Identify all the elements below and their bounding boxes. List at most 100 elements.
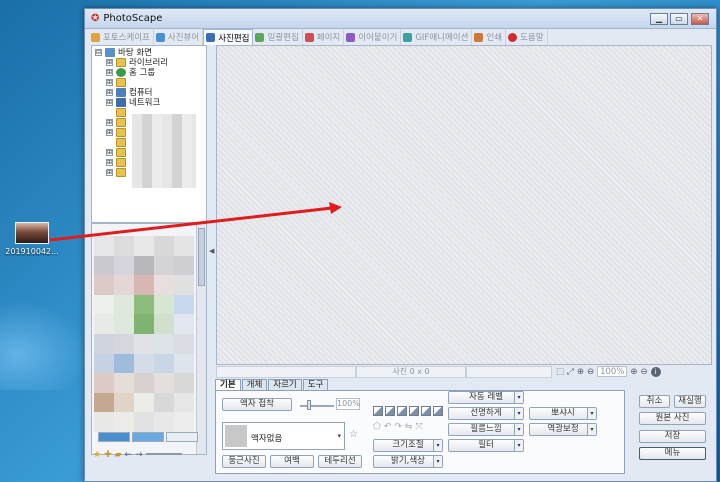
frame-slider-knob[interactable] <box>307 400 311 410</box>
menu-button[interactable]: 메뉴 <box>639 447 706 460</box>
expand-icon[interactable]: ⊞ <box>106 148 113 156</box>
thumbnail-cell[interactable] <box>114 412 134 432</box>
thumbnail-cell[interactable] <box>134 373 154 393</box>
save-button[interactable]: 저장 <box>639 430 706 443</box>
brightness-color-button[interactable]: 밝기,색상 ▾ <box>373 455 443 468</box>
brightness-dropdown-icon[interactable]: ▾ <box>433 456 442 467</box>
thumbnail-cell[interactable] <box>154 353 174 374</box>
view-mode-large-button[interactable] <box>166 432 198 442</box>
margin-button[interactable]: 여백 <box>270 455 314 468</box>
bloom-dropdown-icon[interactable]: ▾ <box>587 408 596 419</box>
zoom-in-icon[interactable]: ⊕ <box>630 367 637 377</box>
tab-help[interactable]: 도움말 <box>506 29 548 45</box>
film-effect-button[interactable]: 필름느낌 ▾ <box>448 423 524 436</box>
frame-select[interactable]: 액자없음 ▾ <box>222 422 345 450</box>
favorite-frame-star-icon[interactable]: ☆ <box>349 429 358 440</box>
rotate-right-icon[interactable] <box>385 406 395 416</box>
auto-level-button[interactable]: 자동 레벨 ▾ <box>448 391 524 404</box>
tree-folder-row[interactable]: ⊞ <box>106 127 129 137</box>
thumbnail-cell[interactable] <box>154 314 174 334</box>
expand-icon[interactable]: ⊞ <box>106 168 113 176</box>
thumbnail-cell[interactable] <box>134 255 154 276</box>
filter-button[interactable]: 필터 ▾ <box>448 439 524 452</box>
thumbnail-cell[interactable] <box>174 314 194 334</box>
expand-icon[interactable]: ⊞ <box>106 58 113 66</box>
resize-dropdown-icon[interactable]: ▾ <box>433 440 442 451</box>
forward-arrow-icon[interactable]: → <box>135 450 143 460</box>
expand-icon[interactable]: ⊞ <box>106 158 113 166</box>
frame-slider-track[interactable] <box>300 405 334 407</box>
flip-vertical-icon[interactable] <box>409 406 419 416</box>
thumbnail-cell[interactable] <box>94 392 114 413</box>
rotate-left-icon[interactable] <box>373 406 383 416</box>
tree-folder-row[interactable] <box>106 137 129 147</box>
tab-batch[interactable]: 일괄편집 <box>253 29 303 45</box>
zoom-fit-icon[interactable]: ⊕ <box>577 367 584 377</box>
close-button[interactable]: ✕ <box>691 13 709 25</box>
redo-button[interactable]: 재실행 <box>674 395 706 408</box>
thumbnail-cell[interactable] <box>114 314 134 334</box>
thumbnail-cell[interactable] <box>114 255 134 276</box>
expand-icon[interactable]: ⊞ <box>106 118 113 126</box>
back-arrow-icon[interactable]: ← <box>125 450 133 460</box>
thumbnail-cell[interactable] <box>154 333 174 354</box>
original-photo-button[interactable]: 원본 사진 <box>639 412 706 425</box>
thumbnail-cell[interactable] <box>114 333 134 354</box>
film-effect-dropdown-icon[interactable]: ▾ <box>514 424 523 435</box>
expand-icon[interactable]: ⊞ <box>106 78 113 86</box>
backlight-dropdown-icon[interactable]: ▾ <box>587 424 596 435</box>
thumbnail-cell[interactable] <box>154 255 174 276</box>
thumbnail-cell[interactable] <box>154 412 174 432</box>
thumbnail-cell[interactable] <box>174 373 194 393</box>
resize-button[interactable]: 크기조절 ▾ <box>373 439 443 452</box>
tab-viewer[interactable]: 사진뷰어 <box>154 29 204 45</box>
thumbnail-cell[interactable] <box>114 373 134 393</box>
auto-level-dropdown-icon[interactable]: ▾ <box>514 392 523 403</box>
border-line-button[interactable]: 테두리선 <box>318 455 362 468</box>
minimize-button[interactable]: ▁ <box>650 13 668 25</box>
tree-folder-row[interactable] <box>106 107 129 117</box>
zoom-reset-icon[interactable]: ⊖ <box>587 367 594 377</box>
thumbnail-cell[interactable] <box>134 353 154 374</box>
zoom-level[interactable]: 100% <box>597 366 628 377</box>
thumbnail-cell[interactable] <box>134 333 154 354</box>
mirror-icon[interactable]: ⇋ <box>405 422 413 432</box>
thumbnail-cell[interactable] <box>94 314 114 334</box>
photo-canvas[interactable] <box>216 45 712 365</box>
thumbnail-scrollbar[interactable] <box>196 224 206 454</box>
thumbnail-cell[interactable] <box>134 294 154 315</box>
round-photo-button[interactable]: 둥근사진 <box>222 455 266 468</box>
rotate-arbitrary-icon[interactable] <box>421 406 431 416</box>
expand-icon[interactable]: ⊞ <box>106 98 113 106</box>
view-mode-small-button[interactable] <box>98 432 130 442</box>
frame-fit-button[interactable]: 액자 접착 <box>222 398 292 411</box>
thumbnail-cell[interactable] <box>154 275 174 295</box>
thumbnail-cell[interactable] <box>94 373 114 393</box>
cancel-button[interactable]: 취소 <box>639 395 670 408</box>
thumbnail-cell[interactable] <box>174 255 194 276</box>
thumbnail-cell[interactable] <box>154 236 174 256</box>
shape-tool-icon[interactable]: ⬠ <box>373 422 381 432</box>
info-icon[interactable]: i <box>650 366 661 377</box>
thumbnail-cell[interactable] <box>134 392 154 413</box>
desktop-file-icon[interactable]: 201910042... <box>2 222 62 256</box>
thumbnail-cell[interactable] <box>94 333 114 354</box>
thumbnail-cell[interactable] <box>94 294 114 315</box>
thumbnail-cell[interactable] <box>174 412 194 432</box>
flip-horizontal-icon[interactable] <box>397 406 407 416</box>
expand-icon[interactable]: ⊞ <box>106 88 113 96</box>
tree-folder-row[interactable]: ⊞ <box>106 117 129 127</box>
favorite-star-icon[interactable]: ★ <box>93 450 101 460</box>
tree-item-network[interactable]: ⊞ 네트워크 <box>106 97 160 108</box>
thumbnail-cell[interactable] <box>154 373 174 393</box>
zoom-out-icon[interactable]: ⊖ <box>641 367 648 377</box>
rotate-cw-icon[interactable]: ↷ <box>394 422 402 432</box>
tree-item-homegroup[interactable]: ⊞ 홈 그룹 <box>106 67 155 78</box>
thumbnail-cell[interactable] <box>134 236 154 256</box>
tree-folder-row[interactable]: ⊞ <box>106 157 129 167</box>
frame-percent-field[interactable]: 100% <box>336 398 360 410</box>
thumbnail-size-slider[interactable] <box>145 453 182 455</box>
folder-open-icon[interactable]: ▰ <box>115 450 122 460</box>
panel-splitter-arrow-icon[interactable]: ◀ <box>209 247 214 255</box>
rotate-ccw-icon[interactable]: ↶ <box>384 422 392 432</box>
